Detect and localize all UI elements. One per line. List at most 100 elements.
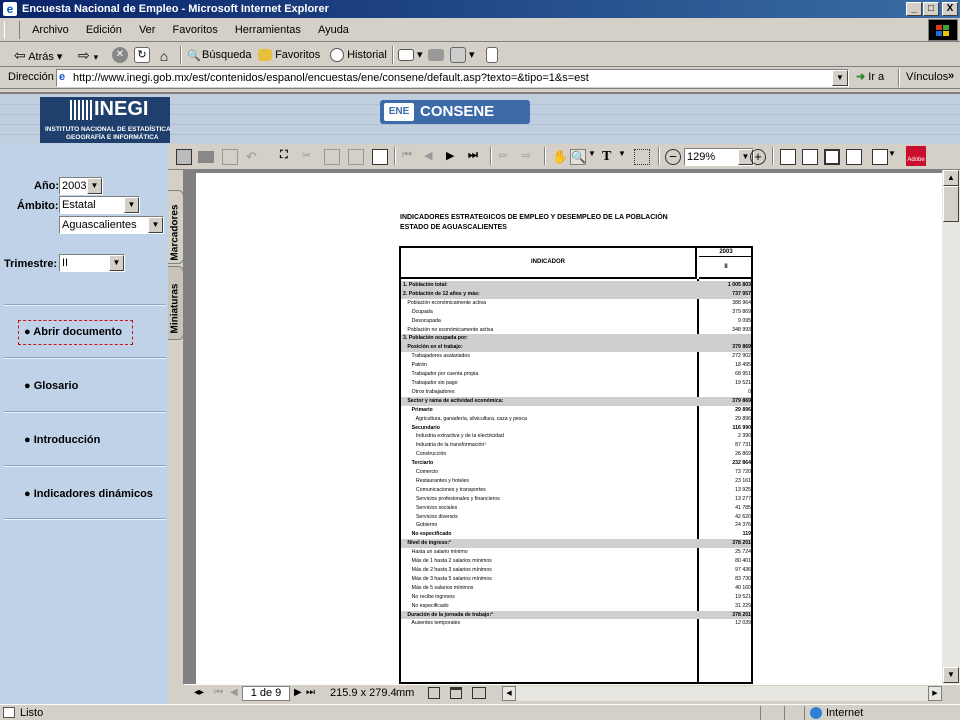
fit-page-icon[interactable] [802,149,818,165]
scroll-left-icon[interactable]: ◀ [502,686,516,701]
last-page-icon[interactable]: ⏭ [468,149,484,165]
hand-tool-icon[interactable]: ✋ [552,149,568,165]
value-cell: 13 277 [735,495,751,502]
graphics-select-icon[interactable] [634,149,650,165]
adobe-logo-icon[interactable]: Adobe [906,146,926,166]
menu-archivo[interactable]: Archivo [25,18,76,42]
pdf-vertical-scrollbar[interactable]: ▲ ▼ [942,170,960,684]
save-icon[interactable] [176,149,192,165]
next-page-icon[interactable]: ▶ [446,149,462,165]
nav-dynamic-link[interactable]: ● Indicadores dinámicos [24,488,153,500]
actual-size-icon[interactable] [780,149,796,165]
zoom-select[interactable]: 129% ▼ [684,148,754,166]
favorites-button[interactable]: Favoritos [258,46,320,64]
search-button[interactable]: 🔍Búsqueda [186,46,252,64]
stop-button[interactable]: ✕ [112,46,128,64]
refresh-button[interactable]: ↻ [134,46,150,64]
print-button[interactable] [428,46,444,64]
links-label[interactable]: Vínculos [906,71,948,83]
nav-glossary-link[interactable]: ● Glosario [24,380,78,392]
value-cell: 388 964 [732,299,751,306]
indicator-cell: Servicios sociales [403,504,458,511]
menu-ver[interactable]: Ver [132,18,163,42]
paste-icon[interactable] [348,149,364,165]
zoom-in-icon[interactable]: + [750,149,766,165]
last-page-small-icon[interactable]: ⏭ [306,687,315,698]
scope-select[interactable]: Estatal ▼ [59,196,140,214]
rotate-view-icon[interactable] [872,149,888,165]
indicator-cell: Primario [403,406,433,413]
rotate-dropdown-icon[interactable]: ▼ [888,149,904,165]
cut-icon[interactable]: ✂ [302,149,318,165]
split-toggle-icon[interactable]: ◂▸ [194,687,204,698]
discuss-button[interactable] [486,46,498,64]
edit-button[interactable]: ▾ [450,46,475,64]
quarter-select[interactable]: II ▼ [59,254,125,272]
history-button[interactable]: Historial [330,46,387,64]
zoom-out-icon[interactable]: − [665,149,681,165]
next-page-small-icon[interactable]: ▶ [294,687,302,698]
fit-visible-icon[interactable] [846,149,862,165]
fit-width-icon[interactable] [824,149,840,165]
state-select[interactable]: Aguascalientes ▼ [59,216,164,234]
go-forward-icon[interactable]: ⇨ [522,149,538,165]
menu-herramientas[interactable]: Herramientas [228,18,308,42]
show-hide-panel-icon[interactable] [372,149,388,165]
bookmarks-tab[interactable]: Marcadores [168,190,184,264]
text-select-icon[interactable]: T [602,149,618,165]
prev-page-small-icon[interactable]: ◀ [230,687,238,698]
value-cell: 13 925 [735,486,751,493]
single-page-icon[interactable] [428,687,440,699]
status-divider [760,706,761,720]
go-button[interactable]: ➜ Ir a [856,70,884,83]
inegi-subtitle-2: GEOGRAFÍA E INFORMÁTICA [66,134,159,141]
scroll-up-icon[interactable]: ▲ [943,170,959,186]
maximize-button[interactable]: □ [923,2,939,16]
nav-intro-link[interactable]: ● Introducción [24,434,100,446]
table-row: Servicios profesionales y financieros 13 … [401,495,751,504]
menu-edicion[interactable]: Edición [79,18,129,42]
address-dropdown-icon[interactable]: ▼ [832,70,848,86]
menu-ayuda[interactable]: Ayuda [311,18,356,42]
first-page-small-icon[interactable]: ⏮ [214,687,223,698]
find-icon[interactable]: ⛶ [280,149,296,165]
go-back-icon[interactable]: ⇦ [498,149,514,165]
previous-page-icon[interactable]: ◀ [424,149,440,165]
home-button[interactable]: ⌂ [156,46,172,64]
back-button[interactable]: ⇦ Atrás ▾ [14,46,62,64]
mail-button[interactable]: ▾ [398,46,423,64]
links-chevron-icon[interactable]: » [948,70,954,82]
search-label: Búsqueda [202,49,252,61]
toolbar-separator [180,46,182,64]
page-indicator[interactable]: 1 de 9 [242,686,290,701]
inegi-logo[interactable]: INEGI INSTITUTO NACIONAL DE ESTADÍSTICA … [40,97,171,143]
year-select[interactable]: 2003 ▼ [59,177,103,195]
menu-favoritos[interactable]: Favoritos [166,18,225,42]
quarter-label: Trimestre: [4,258,58,270]
print-icon[interactable] [198,151,214,163]
zoom-in-tool-icon[interactable]: 🔍 [570,149,586,165]
year-value: 2003 [62,180,87,192]
spell-icon[interactable] [324,149,340,165]
address-input[interactable]: e http://www.inegi.gob.mx/est/contenidos… [56,69,849,87]
facing-icon[interactable] [472,687,486,699]
indicator-cell: Población económicamente activa [403,299,487,306]
scroll-right-icon[interactable]: ▶ [928,686,942,701]
nav-open-document-link[interactable]: ● Abrir documento [18,320,133,345]
scroll-down-icon[interactable]: ▼ [943,667,959,683]
scroll-thumb[interactable] [943,186,959,222]
thumbnails-tab[interactable]: Miniaturas [168,266,184,340]
value-cell: 97 436 [735,567,751,573]
text-select-dropdown-icon[interactable]: ▼ [618,149,634,165]
continuous-icon[interactable] [450,687,462,699]
first-page-icon[interactable]: ⏮ [402,149,418,165]
value-cell: 26 869 [735,451,751,458]
copy-icon[interactable] [222,149,238,165]
minimize-button[interactable]: _ [906,2,922,16]
undo-icon[interactable]: ↶ [246,149,262,165]
forward-button[interactable]: ⇨ ▾ [78,46,98,64]
pdf-viewport[interactable]: INDICADORES ESTRATEGICOS DE EMPLEO Y DES… [184,170,942,684]
indicator-cell: Trabajadores asalariados [403,353,470,360]
pdf-horizontal-scrollbar[interactable]: ◀ ▶ [502,686,942,701]
close-button[interactable]: X [942,2,958,16]
